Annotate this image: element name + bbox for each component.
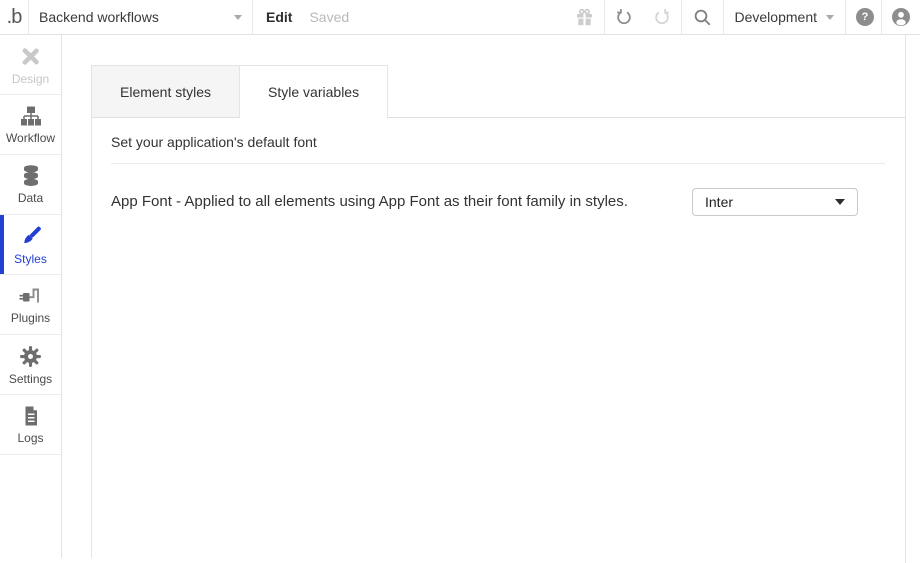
left-nav-sidebar: Design Workflow	[0, 35, 62, 558]
sidebar-item-workflow[interactable]: Workflow	[0, 95, 61, 155]
styles-tab-bar: Element styles Style variables	[91, 65, 905, 118]
environment-value: Development	[735, 9, 818, 25]
redo-icon	[652, 7, 672, 27]
sidebar-item-label: Workflow	[6, 131, 55, 145]
app-font-select-value: Inter	[705, 194, 733, 210]
bubble-logo-text: .b	[7, 6, 22, 29]
help-button[interactable]: ?	[846, 0, 881, 34]
edit-menu[interactable]: Edit	[266, 9, 292, 25]
page-selector-value: Backend workflows	[39, 9, 159, 25]
workflow-sitemap-icon	[18, 104, 44, 128]
sidebar-item-label: Design	[12, 72, 49, 86]
help-icon: ?	[856, 8, 874, 26]
undo-icon	[614, 7, 634, 27]
caret-down-icon	[835, 199, 845, 205]
tab-style-variables[interactable]: Style variables	[239, 65, 388, 118]
section-title: Set your application's default font	[111, 134, 885, 150]
paintbrush-icon	[18, 223, 44, 249]
sidebar-item-data[interactable]: Data	[0, 155, 61, 215]
gift-button[interactable]	[565, 0, 604, 34]
sidebar-item-plugins[interactable]: Plugins	[0, 275, 61, 335]
app-font-label: App Font - Applied to all elements using…	[111, 188, 628, 210]
plug-icon	[18, 284, 43, 308]
styles-panel: Element styles Style variables Set your …	[91, 65, 905, 558]
search-button[interactable]	[682, 0, 723, 34]
gear-icon	[18, 344, 43, 369]
tab-label: Style variables	[268, 84, 359, 100]
sidebar-item-design: Design	[0, 35, 61, 95]
panel-right-border	[905, 35, 906, 563]
undo-button[interactable]	[605, 0, 643, 34]
redo-button[interactable]	[643, 0, 681, 34]
style-variables-content: Set your application's default font App …	[91, 134, 905, 216]
account-button[interactable]	[882, 0, 920, 34]
document-icon	[19, 404, 43, 428]
chevron-down-icon	[234, 15, 242, 20]
search-icon	[693, 8, 712, 27]
sidebar-item-label: Data	[18, 191, 43, 205]
tab-element-styles[interactable]: Element styles	[91, 65, 239, 117]
sidebar-item-label: Logs	[17, 431, 43, 445]
bubble-logo[interactable]: .b	[0, 0, 29, 34]
user-icon	[892, 8, 910, 26]
database-icon	[19, 164, 43, 188]
app-font-select[interactable]: Inter	[692, 188, 858, 216]
design-tools-icon	[18, 44, 43, 69]
chevron-down-icon	[826, 15, 834, 20]
save-status: Saved	[309, 9, 349, 25]
divider	[111, 163, 885, 164]
sidebar-item-label: Settings	[9, 372, 52, 386]
topbar-spacer	[349, 0, 564, 34]
sidebar-item-settings[interactable]: Settings	[0, 335, 61, 395]
tab-label: Element styles	[120, 84, 211, 100]
environment-dropdown[interactable]: Development	[723, 0, 847, 34]
sidebar-item-logs[interactable]: Logs	[0, 395, 61, 455]
main-content-area: Element styles Style variables Set your …	[63, 35, 920, 563]
page-selector-dropdown[interactable]: Backend workflows	[29, 0, 253, 34]
top-bar: .b Backend workflows Edit Saved	[0, 0, 920, 35]
sidebar-item-label: Styles	[14, 252, 47, 266]
sidebar-item-label: Plugins	[11, 311, 50, 325]
app-font-row: App Font - Applied to all elements using…	[111, 188, 885, 216]
sidebar-item-styles[interactable]: Styles	[0, 215, 61, 275]
gift-icon	[575, 8, 594, 27]
